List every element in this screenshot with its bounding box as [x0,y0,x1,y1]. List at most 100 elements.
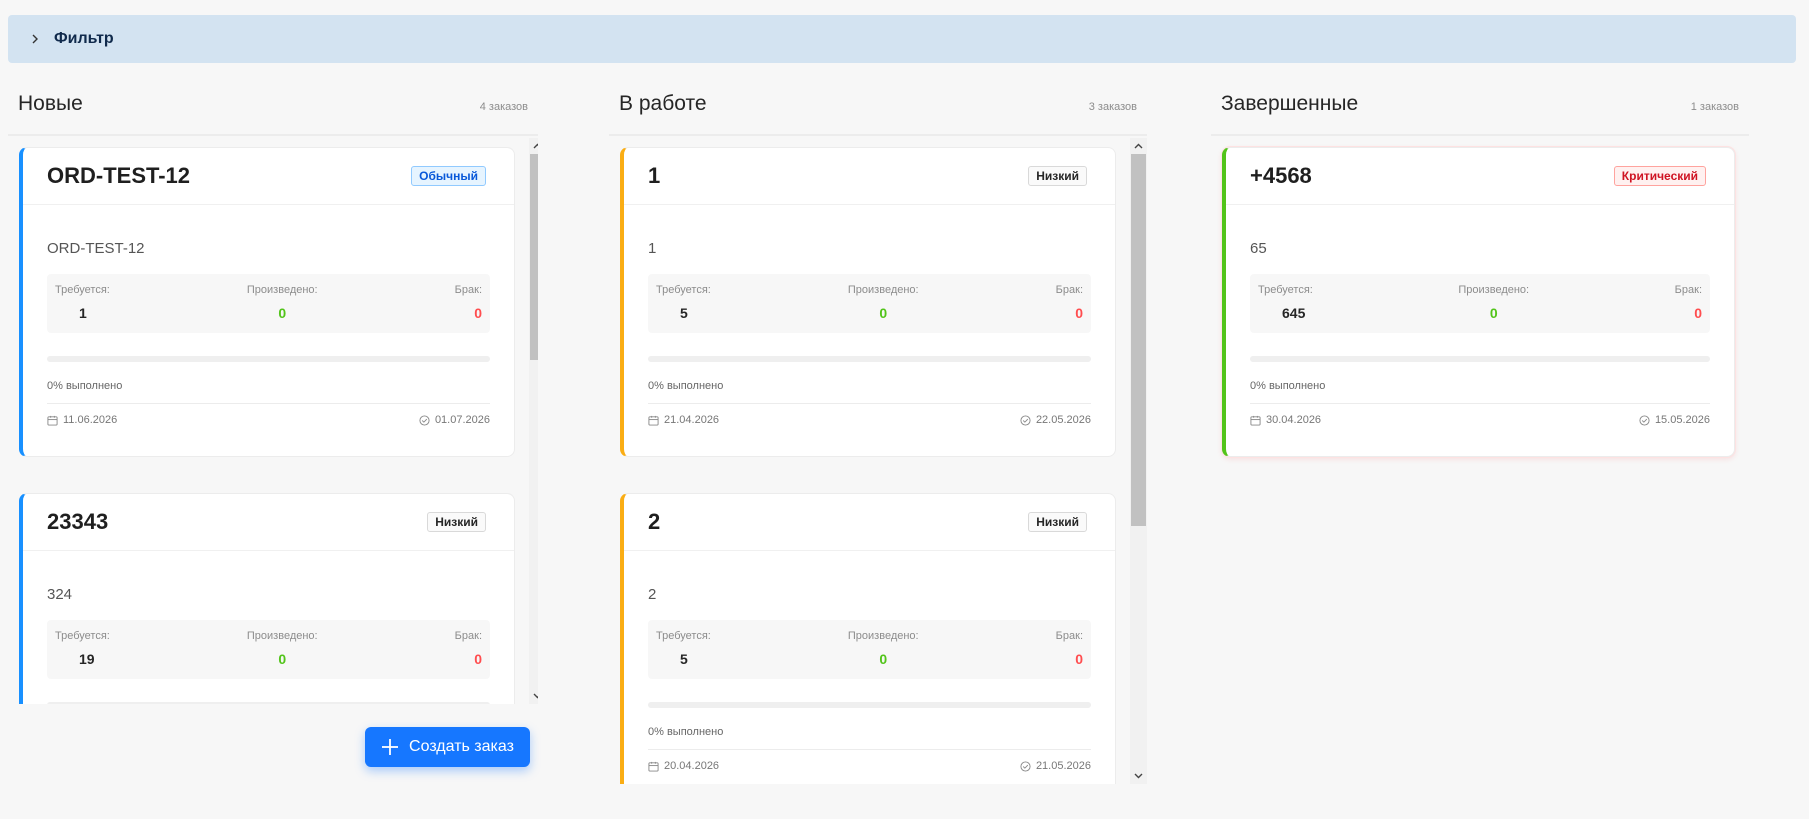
produced-label: Произведено: [246,630,318,642]
scroll-down-icon[interactable] [1130,768,1147,784]
progress-bar [648,702,1091,708]
required-value: 5 [680,651,688,667]
defect-value: 0 [1694,305,1702,321]
required-value: 5 [680,305,688,321]
column-header: Новые 4 заказов [8,80,538,136]
defect-label: Брак: [454,630,482,642]
order-description: 324 [47,586,73,603]
start-date: 30.04.2026 [1250,414,1321,426]
required-label: Требуется: [55,284,110,296]
order-card[interactable]: ORD-TEST-12 Обычный ORD-TEST-12 Требуетс… [19,147,515,457]
column-title: Завершенные [1221,92,1359,115]
due-date: 21.05.2026 [1020,760,1091,772]
defect-value: 0 [1075,305,1083,321]
scrollbar[interactable] [529,138,538,704]
calendar-icon [648,761,659,772]
plus-icon [382,739,399,755]
column-title: Новые [18,92,83,115]
scroll-down-icon[interactable] [529,688,538,704]
produced-label: Произведено: [1458,284,1530,296]
progress-text: 0% выполнено [47,380,123,392]
order-card[interactable]: 1 Низкий 1 Требуется: 5 Произведено: 0 Бра… [620,147,1116,457]
order-description: 1 [648,240,657,257]
column-title: В работе [619,92,707,115]
progress-text: 0% выполнено [648,726,724,738]
required-value: 19 [79,651,95,667]
filter-label: Фильтр [54,30,114,47]
progress-text: 0% выполнено [648,380,724,392]
progress-bar [648,356,1091,362]
order-title: +4568 [1250,163,1312,188]
order-stats: Требуется: 645 Произведено: 0 Брак: 0 [1250,274,1710,333]
required-value: 1 [79,305,87,321]
order-title: 23343 [47,509,109,534]
priority-badge: Низкий [1028,512,1087,532]
due-date: 15.05.2026 [1639,414,1710,426]
scroll-up-icon[interactable] [1130,138,1147,154]
progress-text: 0% выполнено [1250,380,1326,392]
progress-bar [1250,356,1710,362]
defect-value: 0 [474,305,482,321]
progress-bar [47,356,490,362]
required-label: Требуется: [656,630,711,642]
required-value: 645 [1282,305,1306,321]
chevron-right-icon [28,32,42,46]
order-title: ORD-TEST-12 [47,163,191,188]
order-description: 2 [648,586,657,603]
order-stats: Требуется: 19 Произведено: 0 Брак: 0 [47,620,490,679]
order-card[interactable]: +4568 Критический 65 Требуется: 645 Произ… [1222,147,1735,457]
order-card[interactable]: 23343 Низкий 324 Требуется: 19 Произведен… [19,493,515,704]
produced-label: Произведено: [847,284,919,296]
filter-toggle[interactable]: Фильтр [8,15,1796,63]
order-stats: Требуется: 1 Произведено: 0 Брак: 0 [47,274,490,333]
calendar-icon [648,415,659,426]
column-completed: Завершенные 1 заказов +4568 Критический … [1211,80,1749,457]
defect-value: 0 [474,651,482,667]
column-scroll-area[interactable]: ORD-TEST-12 Обычный ORD-TEST-12 Требуетс… [8,138,538,704]
column-scroll-area[interactable]: 1 Низкий 1 Требуется: 5 Произведено: 0 Бра… [609,138,1147,784]
scroll-thumb[interactable] [530,154,538,360]
produced-value: 0 [1489,305,1498,321]
required-label: Требуется: [1258,284,1313,296]
scrollbar[interactable] [1130,138,1147,784]
defect-label: Брак: [1055,284,1083,296]
start-date: 11.06.2026 [47,414,117,426]
produced-label: Произведено: [246,284,318,296]
start-date: 21.04.2026 [648,414,719,426]
produced-label: Произведено: [847,630,919,642]
check-circle-icon [1020,760,1031,772]
create-order-label: Создать заказ [409,738,514,755]
check-circle-icon [1639,414,1650,426]
scroll-up-icon[interactable] [529,138,538,154]
due-date: 22.05.2026 [1020,414,1091,426]
create-order-button[interactable]: Создать заказ [365,727,530,767]
order-description: 65 [1250,240,1267,257]
priority-badge: Обычный [411,166,486,186]
defect-label: Брак: [1055,630,1083,642]
calendar-icon [47,415,58,426]
priority-badge: Критический [1613,166,1706,186]
check-circle-icon [1020,414,1031,426]
order-card[interactable]: 2 Низкий 2 Требуется: 5 Произведено: 0 Бра… [620,493,1116,784]
due-date: 01.07.2026 [419,414,490,426]
calendar-icon [1250,415,1261,426]
column-scroll-area[interactable]: +4568 Критический 65 Требуется: 645 Произ… [1211,138,1749,538]
priority-badge: Низкий [427,512,486,532]
required-label: Требуется: [656,284,711,296]
column-count: 3 заказов [1088,101,1137,113]
priority-badge: Низкий [1028,166,1087,186]
produced-value: 0 [278,305,287,321]
start-date: 20.04.2026 [648,760,719,772]
progress-bar [47,702,490,704]
defect-label: Брак: [454,284,482,296]
column-header: Завершенные 1 заказов [1211,80,1749,136]
order-stats: Требуется: 5 Произведено: 0 Брак: 0 [648,620,1091,679]
produced-value: 0 [879,651,888,667]
produced-value: 0 [278,651,287,667]
order-description: ORD-TEST-12 [47,240,145,257]
scroll-thumb[interactable] [1131,154,1146,526]
required-label: Требуется: [55,630,110,642]
column-new: Новые 4 заказов ORD-TEST-12 Обычный ORD-… [8,80,538,704]
check-circle-icon [419,414,430,426]
defect-label: Брак: [1674,284,1702,296]
